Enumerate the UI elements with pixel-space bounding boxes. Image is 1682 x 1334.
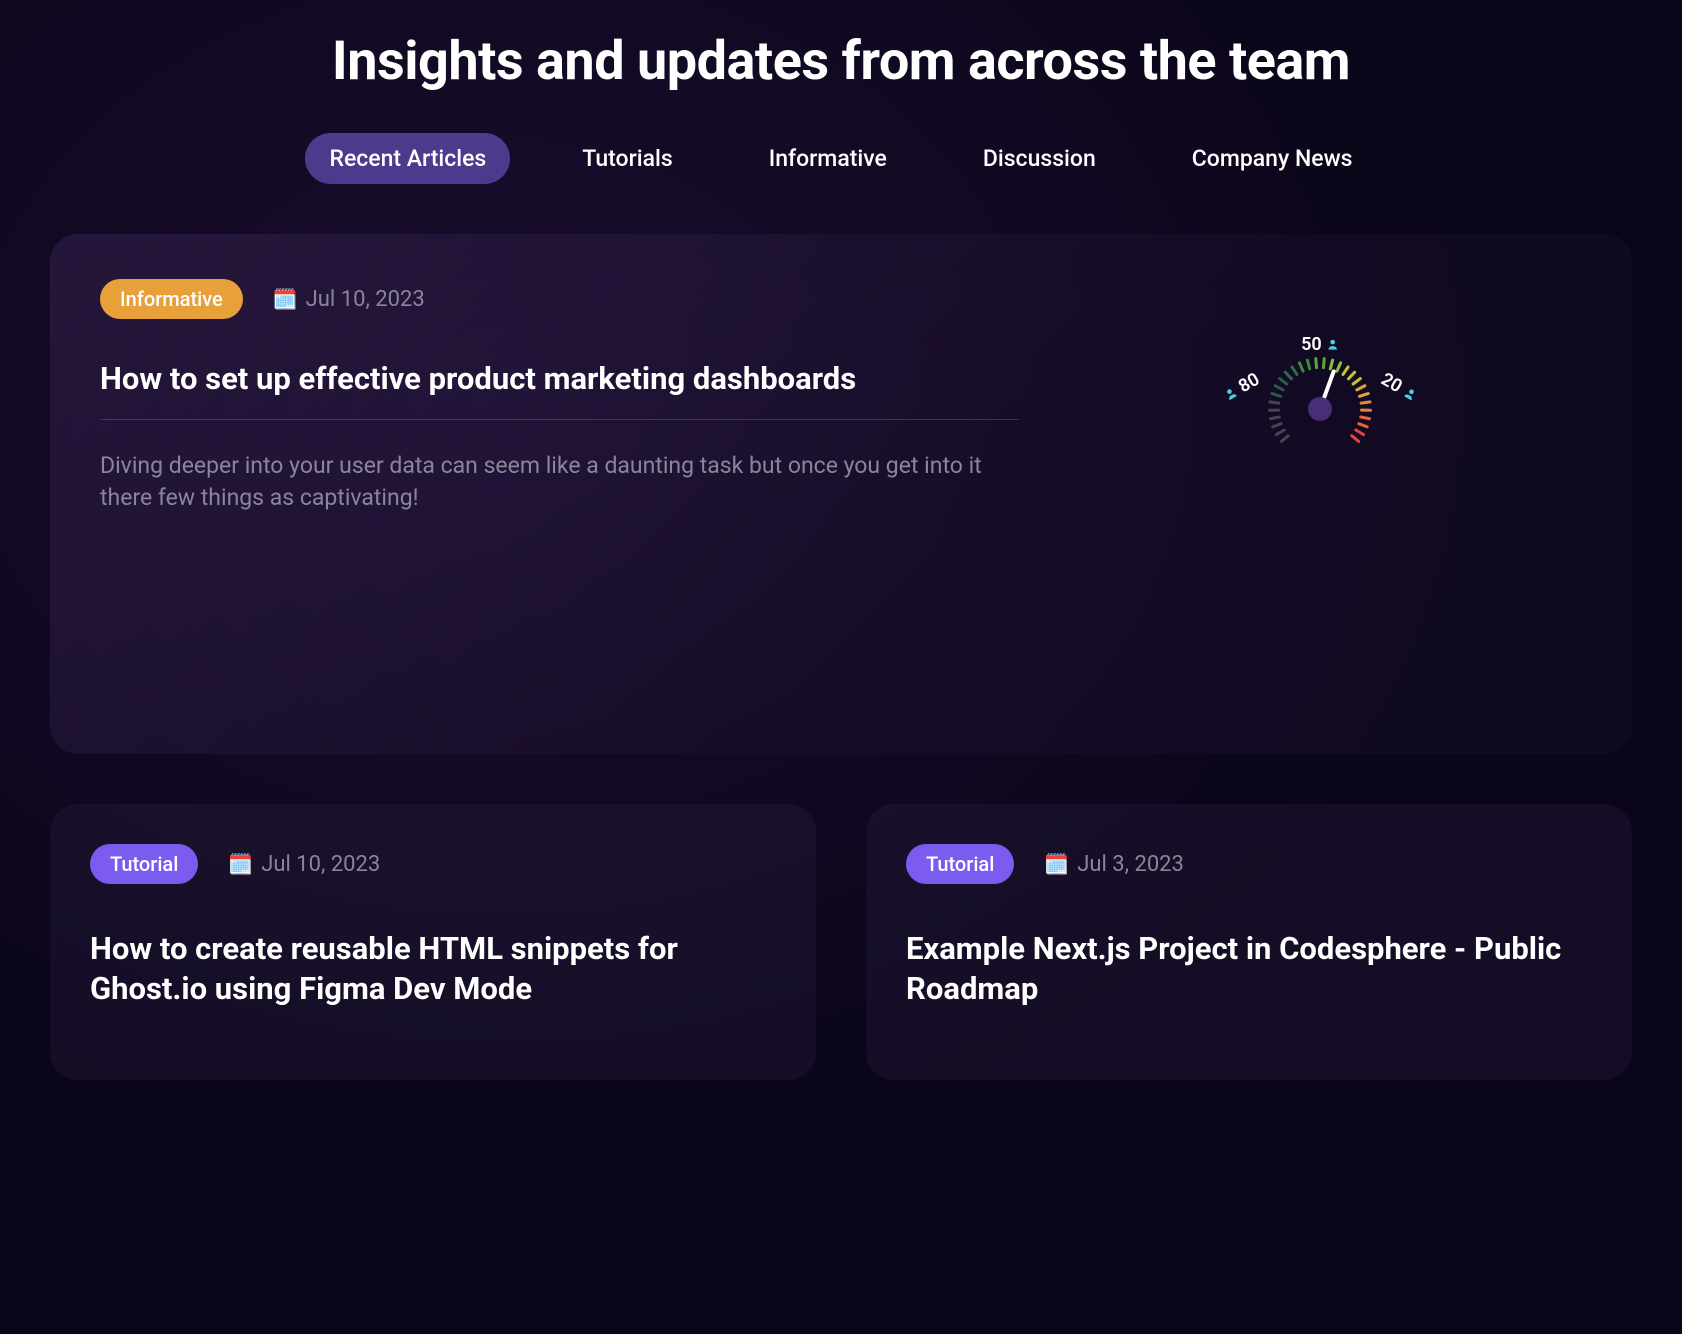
article-card[interactable]: Tutorial 🗓️ Jul 3, 2023 Example Next.js … xyxy=(866,804,1632,1080)
tab-informative[interactable]: Informative xyxy=(745,133,911,184)
tabs-nav: Recent Articles Tutorials Informative Di… xyxy=(50,133,1632,184)
article-title: How to set up effective product marketin… xyxy=(100,359,1019,420)
article-date: Jul 3, 2023 xyxy=(1077,852,1184,877)
page-title: Insights and updates from across the tea… xyxy=(50,30,1632,93)
person-icon xyxy=(1400,384,1419,403)
card-meta: Tutorial 🗓️ Jul 3, 2023 xyxy=(906,844,1592,884)
featured-article-card[interactable]: Informative 🗓️ Jul 10, 2023 How to set u… xyxy=(50,234,1632,754)
tab-tutorials[interactable]: Tutorials xyxy=(558,133,696,184)
featured-image: 80 50 20 xyxy=(1059,279,1582,709)
calendar-icon: 🗓️ xyxy=(273,287,298,311)
article-date: Jul 10, 2023 xyxy=(261,852,380,877)
date-wrap: 🗓️ Jul 10, 2023 xyxy=(228,852,380,877)
article-date: Jul 10, 2023 xyxy=(306,287,425,312)
person-icon xyxy=(1221,384,1240,403)
article-title: Example Next.js Project in Codesphere - … xyxy=(906,929,1592,1010)
category-badge: Informative xyxy=(100,279,243,319)
calendar-icon: 🗓️ xyxy=(1044,852,1069,876)
card-meta: Informative 🗓️ Jul 10, 2023 xyxy=(100,279,1019,319)
featured-content: Informative 🗓️ Jul 10, 2023 How to set u… xyxy=(100,279,1019,709)
tab-discussion[interactable]: Discussion xyxy=(959,133,1120,184)
date-wrap: 🗓️ Jul 10, 2023 xyxy=(273,287,425,312)
gauge-hub xyxy=(1308,397,1332,421)
article-card[interactable]: Tutorial 🗓️ Jul 10, 2023 How to create r… xyxy=(50,804,816,1080)
card-meta: Tutorial 🗓️ Jul 10, 2023 xyxy=(90,844,776,884)
gauge-graphic: 80 50 20 xyxy=(1210,309,1430,489)
calendar-icon: 🗓️ xyxy=(228,852,253,876)
category-badge: Tutorial xyxy=(90,844,198,884)
article-excerpt: Diving deeper into your user data can se… xyxy=(100,450,1019,514)
category-badge: Tutorial xyxy=(906,844,1014,884)
date-wrap: 🗓️ Jul 3, 2023 xyxy=(1044,852,1184,877)
article-grid: Tutorial 🗓️ Jul 10, 2023 How to create r… xyxy=(50,804,1632,1080)
article-title: How to create reusable HTML snippets for… xyxy=(90,929,776,1010)
tab-recent-articles[interactable]: Recent Articles xyxy=(305,133,510,184)
tab-company-news[interactable]: Company News xyxy=(1168,133,1377,184)
